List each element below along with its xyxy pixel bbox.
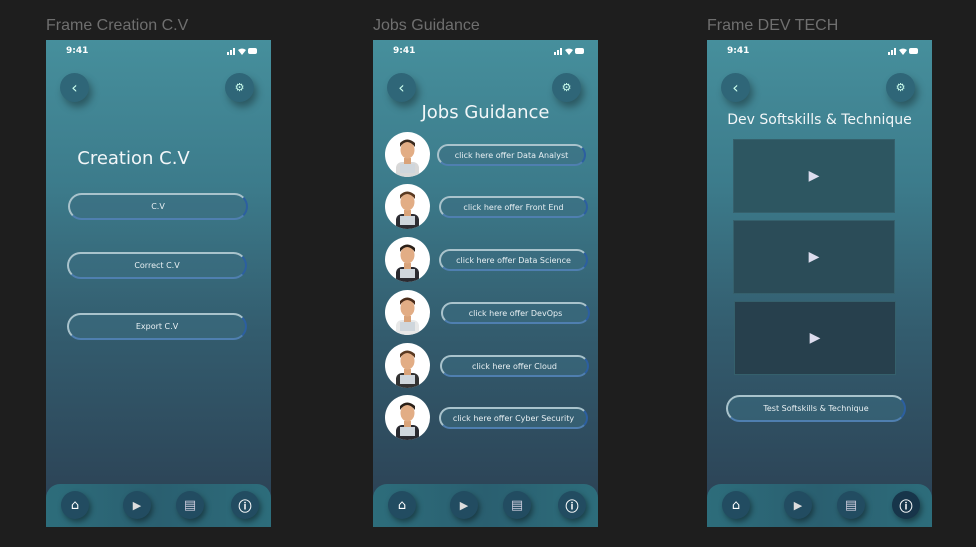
person-avatar: [385, 132, 430, 177]
nav-videos[interactable]: ▶: [450, 491, 478, 519]
status-icons: [554, 47, 584, 55]
chevron-left-icon: ‹: [71, 78, 78, 97]
bottom-nav: ⌂ ▶ ▤ ⓘ: [46, 484, 271, 527]
offer-button[interactable]: click here offer Cyber Security: [439, 407, 588, 429]
video-thumbnail[interactable]: ▶: [733, 139, 895, 213]
nav-info[interactable]: ⓘ: [231, 491, 259, 519]
nav-info[interactable]: ⓘ: [892, 491, 920, 519]
nav-info[interactable]: ⓘ: [558, 491, 586, 519]
settings-button[interactable]: ⚙: [886, 73, 915, 102]
status-time: 9:41: [66, 46, 89, 56]
offer-button[interactable]: click here offer Data Analyst: [437, 144, 586, 166]
export-cv-button[interactable]: Export C.V: [67, 313, 247, 340]
page-title: Creation C.V: [77, 148, 190, 169]
status-time: 9:41: [727, 46, 750, 56]
page-title: Dev Softskills & Technique: [727, 112, 912, 128]
video-library-icon: ▶: [132, 498, 142, 512]
article-icon: ▤: [183, 497, 197, 513]
home-icon: ⌂: [397, 497, 407, 513]
video-library-icon: ▶: [808, 168, 820, 184]
correct-cv-button[interactable]: Correct C.V: [67, 252, 247, 279]
frame-creation-cv: 9:41 ‹ ⚙ Creation C.V C.V Correct C.V Ex…: [46, 40, 271, 527]
chevron-left-icon: ‹: [732, 78, 739, 97]
frame-dev-tech: 9:41 ‹ ⚙ Dev Softskills & Technique ▶ ▶ …: [707, 40, 932, 527]
settings-button[interactable]: ⚙: [552, 73, 581, 102]
nav-videos[interactable]: ▶: [784, 491, 812, 519]
video-thumbnail[interactable]: ▶: [733, 220, 895, 294]
gear-icon: ⚙: [561, 81, 572, 94]
offer-button[interactable]: click here offer Cloud: [440, 355, 589, 377]
bottom-nav: ⌂ ▶ ▤ ⓘ: [707, 484, 932, 527]
article-icon: ▤: [844, 497, 858, 513]
frame-label: Frame Creation C.V: [46, 17, 189, 34]
video-library-icon: ▶: [808, 249, 820, 265]
settings-button[interactable]: ⚙: [225, 73, 254, 102]
nav-articles[interactable]: ▤: [837, 491, 865, 519]
info-icon: ⓘ: [565, 499, 579, 515]
status-time: 9:41: [393, 46, 416, 56]
offer-button[interactable]: click here offer Data Science: [439, 249, 588, 271]
frame-jobs-guidance: 9:41 ‹ ⚙ Jobs Guidance click here offer …: [373, 40, 598, 527]
person-avatar: [385, 290, 430, 335]
gear-icon: ⚙: [234, 81, 245, 94]
gear-icon: ⚙: [895, 81, 906, 94]
status-icons: [888, 47, 918, 55]
offer-button[interactable]: click here offer DevOps: [441, 302, 590, 324]
article-icon: ▤: [510, 497, 524, 513]
nav-articles[interactable]: ▤: [176, 491, 204, 519]
status-icons: [227, 47, 257, 55]
frame-label: Frame DEV TECH: [707, 17, 839, 34]
cv-button[interactable]: C.V: [68, 193, 248, 220]
info-icon: ⓘ: [899, 499, 913, 515]
video-library-icon: ▶: [809, 330, 821, 346]
person-avatar: [385, 237, 430, 282]
home-icon: ⌂: [731, 497, 741, 513]
nav-home[interactable]: ⌂: [722, 491, 750, 519]
frame-label: Jobs Guidance: [373, 17, 480, 34]
nav-home[interactable]: ⌂: [388, 491, 416, 519]
offer-button[interactable]: click here offer Front End: [439, 196, 588, 218]
info-icon: ⓘ: [238, 499, 252, 515]
video-thumbnail[interactable]: ▶: [734, 301, 896, 375]
nav-videos[interactable]: ▶: [123, 491, 151, 519]
video-library-icon: ▶: [459, 498, 469, 512]
chevron-left-icon: ‹: [398, 78, 405, 97]
back-button[interactable]: ‹: [60, 73, 89, 102]
person-avatar: [385, 395, 430, 440]
nav-home[interactable]: ⌂: [61, 491, 89, 519]
person-avatar: [385, 343, 430, 388]
nav-articles[interactable]: ▤: [503, 491, 531, 519]
bottom-nav: ⌂ ▶ ▤ ⓘ: [373, 484, 598, 527]
home-icon: ⌂: [70, 497, 80, 513]
page-title: Jobs Guidance: [421, 102, 550, 123]
person-avatar: [385, 184, 430, 229]
video-library-icon: ▶: [793, 498, 803, 512]
back-button[interactable]: ‹: [387, 73, 416, 102]
test-softskills-button[interactable]: Test Softskills & Technique: [726, 395, 906, 422]
back-button[interactable]: ‹: [721, 73, 750, 102]
